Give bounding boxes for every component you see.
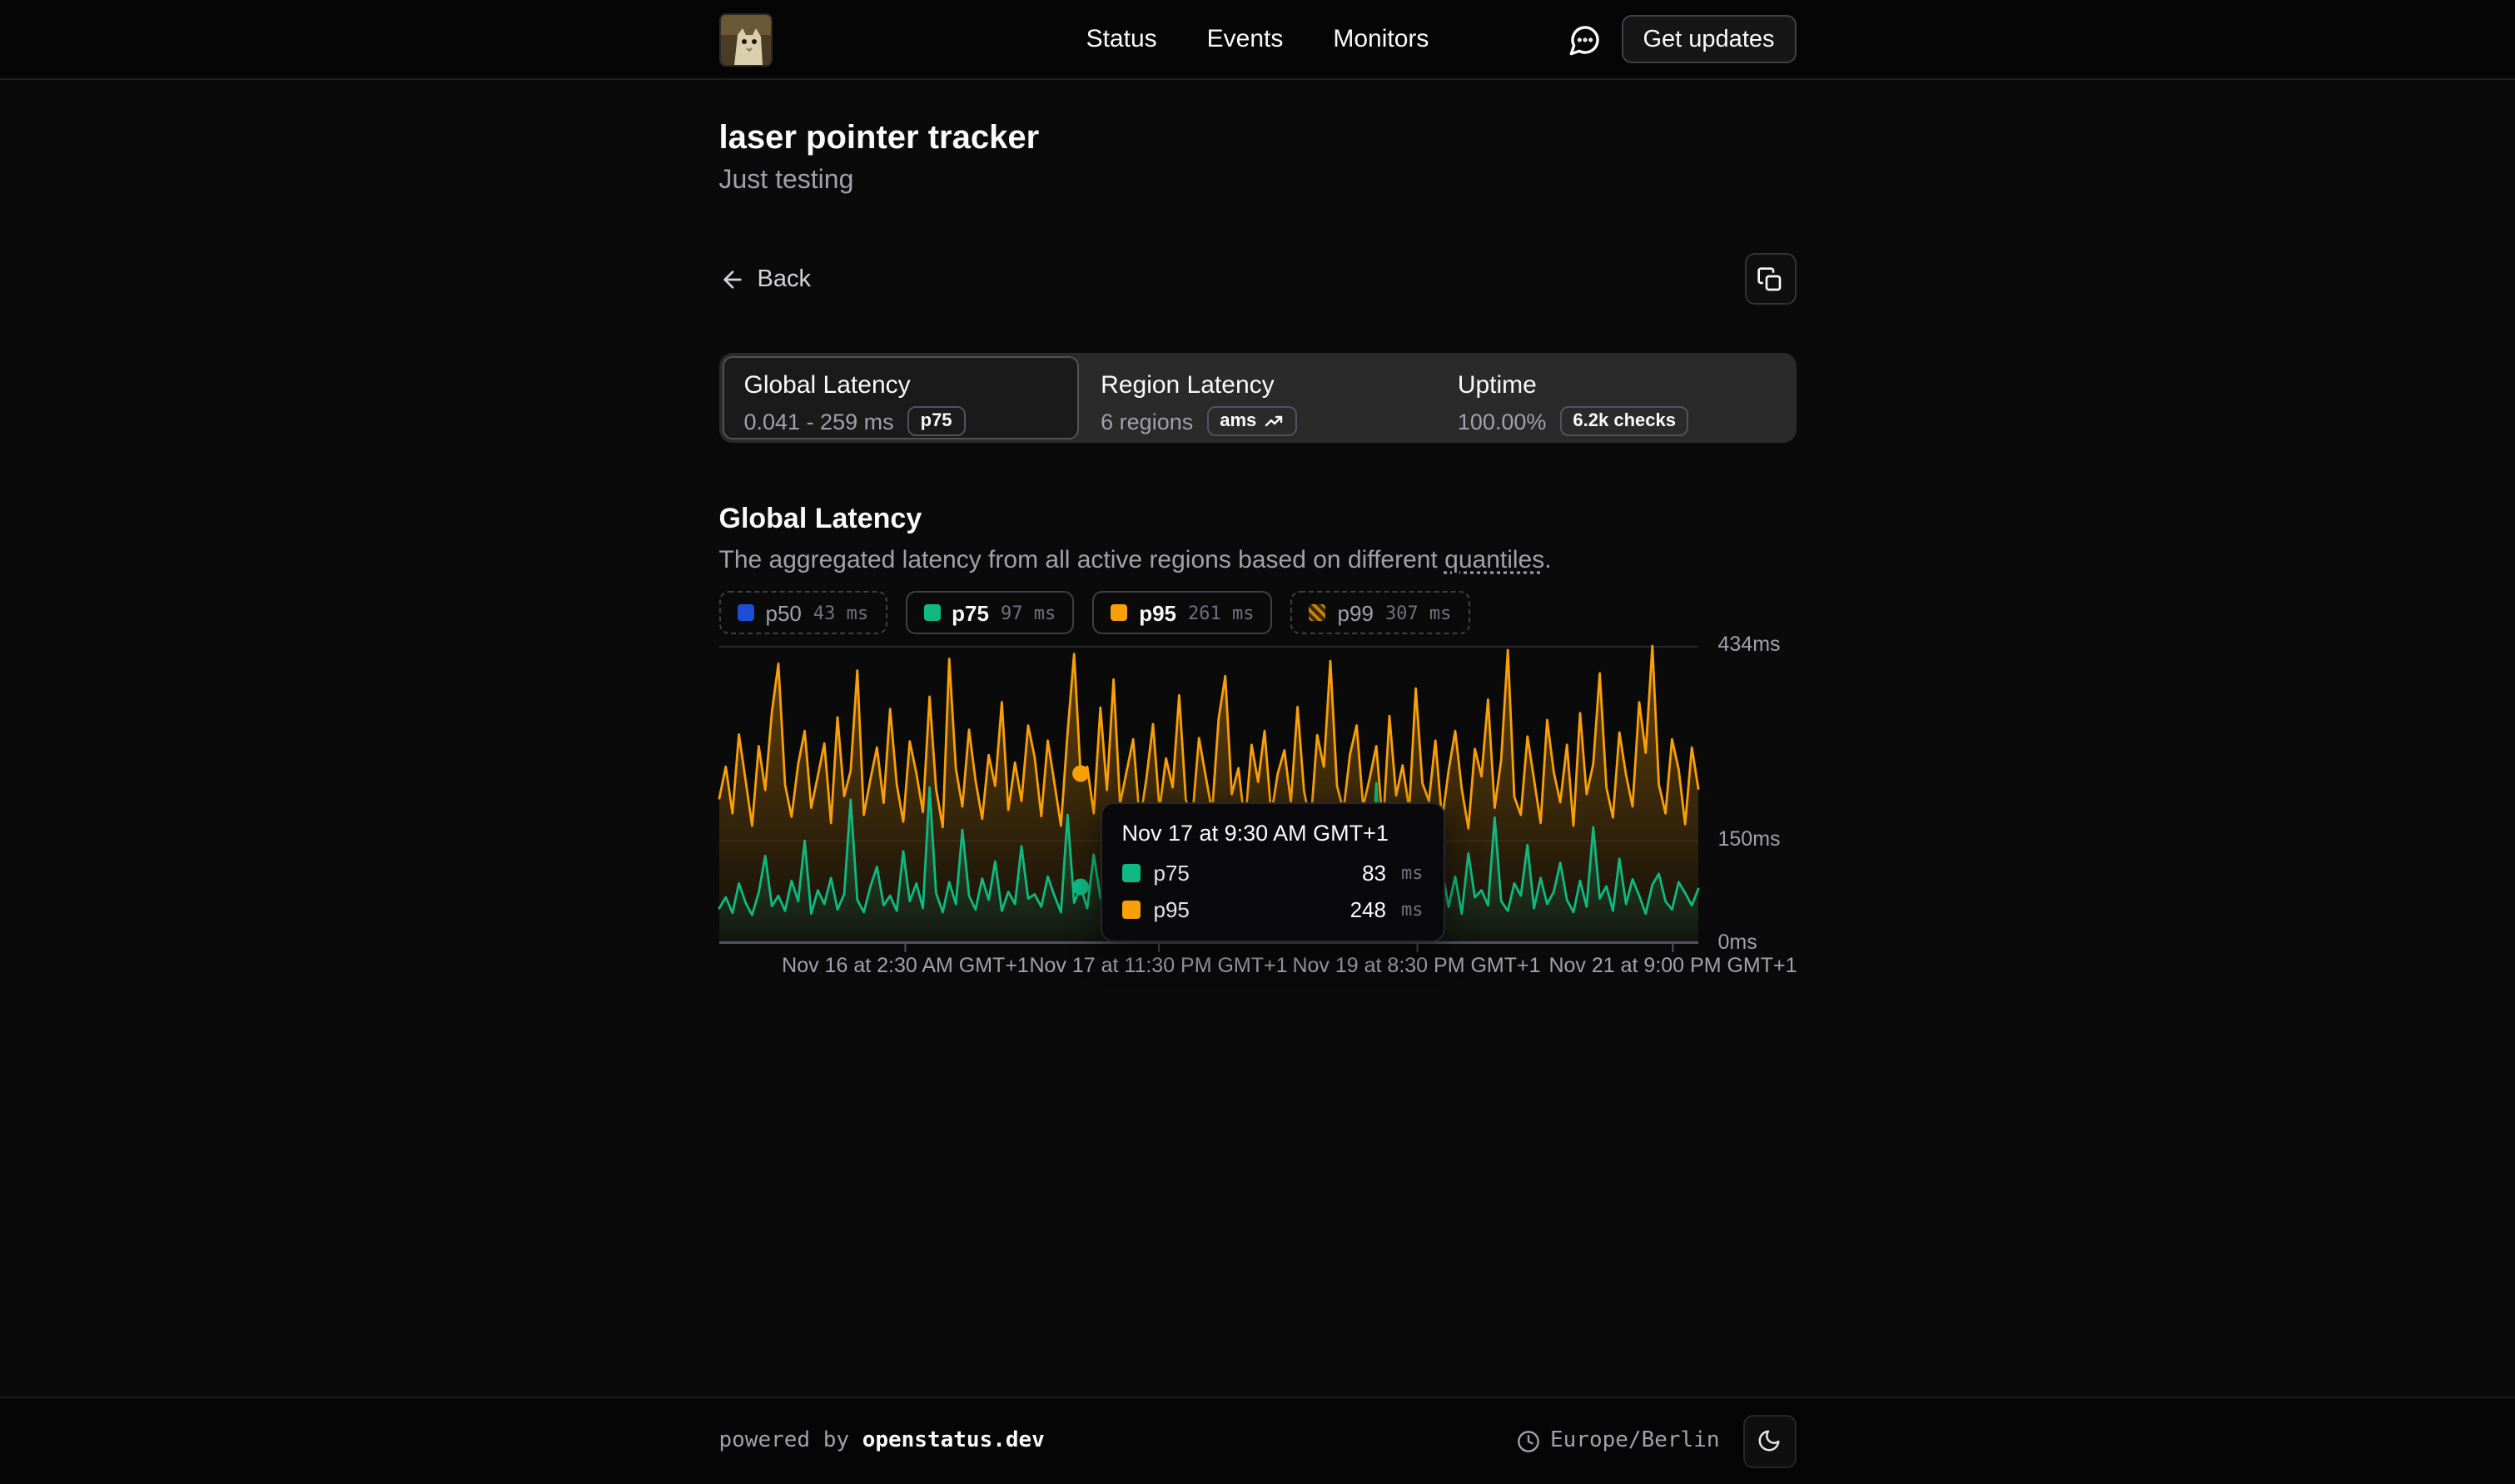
- openstatus-link[interactable]: openstatus.dev: [862, 1428, 1045, 1453]
- x-axis-tick-2: Nov 17 at 11:30 PM GMT+1: [1029, 954, 1287, 977]
- clock-icon: [1517, 1429, 1540, 1452]
- theme-toggle-button[interactable]: [1743, 1414, 1797, 1467]
- legend-label: p50: [766, 600, 802, 625]
- y-axis-tick-0: 0ms: [1718, 931, 1757, 954]
- description-text: The aggregated latency from all active r…: [719, 546, 1445, 574]
- tab-title: Uptime: [1458, 370, 1772, 401]
- tooltip-label: p75: [1154, 861, 1349, 886]
- tooltip-unit: ms: [1401, 899, 1424, 921]
- tab-value: 0.041 - 259 ms: [744, 409, 894, 434]
- p95-swatch: [1111, 604, 1127, 621]
- tab-uptime[interactable]: Uptime 100.00% 6.2k checks: [1436, 356, 1793, 439]
- latency-chart: 434ms 150ms 0ms Nov 16 at 2:30 AM GMT+1 …: [719, 646, 1797, 979]
- back-label: Back: [758, 266, 812, 292]
- legend-label: p99: [1338, 600, 1374, 625]
- p50-swatch: [738, 604, 754, 621]
- region-badge-label: ams: [1220, 409, 1256, 433]
- tooltip-p75-swatch: [1122, 864, 1141, 882]
- x-axis-tick-4: Nov 21 at 9:00 PM GMT+1: [1548, 954, 1797, 977]
- nav-status[interactable]: Status: [1086, 25, 1157, 53]
- powered-by: powered by openstatus.dev: [719, 1428, 1045, 1453]
- page-title: laser pointer tracker: [719, 117, 1797, 160]
- p75-swatch: [923, 604, 940, 621]
- legend-value: 261 ms: [1188, 602, 1255, 623]
- tooltip-label: p95: [1154, 897, 1337, 922]
- legend-label: p95: [1139, 600, 1176, 625]
- page-subtitle: Just testing: [719, 163, 1797, 200]
- tooltip-value: 83: [1362, 861, 1386, 886]
- main-nav: Status Events Monitors: [1086, 25, 1429, 53]
- tab-global-latency[interactable]: Global Latency 0.041 - 259 ms p75: [723, 356, 1080, 439]
- section-title: Global Latency: [719, 499, 1797, 539]
- tab-value: 6 regions: [1101, 409, 1193, 434]
- tooltip-unit: ms: [1401, 862, 1424, 884]
- legend-p95-button[interactable]: p95 261 ms: [1092, 591, 1272, 634]
- nav-monitors[interactable]: Monitors: [1333, 25, 1429, 53]
- tab-region-latency[interactable]: Region Latency 6 regions ams: [1079, 356, 1436, 439]
- nav-events[interactable]: Events: [1207, 25, 1284, 53]
- chart-tooltip: Nov 17 at 9:30 AM GMT+1 p75 83 ms p95 24…: [1101, 802, 1445, 942]
- message-bubble-icon: [1568, 22, 1602, 56]
- powered-by-prefix: powered by: [719, 1428, 862, 1453]
- description-period: .: [1544, 546, 1551, 574]
- region-badge: ams: [1206, 406, 1296, 436]
- logo-image[interactable]: [719, 12, 773, 66]
- tooltip-timestamp: Nov 17 at 9:30 AM GMT+1: [1122, 821, 1424, 846]
- feedback-chat-button[interactable]: [1568, 22, 1602, 56]
- tooltip-row-p95: p95 248 ms: [1122, 897, 1424, 922]
- checks-badge: 6.2k checks: [1559, 406, 1689, 436]
- legend-value: 43 ms: [813, 602, 868, 623]
- tooltip-value: 248: [1350, 897, 1386, 922]
- legend-value: 307 ms: [1385, 602, 1452, 623]
- legend-label: p75: [952, 600, 989, 625]
- x-axis-tick-1: Nov 16 at 2:30 AM GMT+1: [782, 954, 1029, 977]
- site-footer: powered by openstatus.dev Europe/Berlin: [0, 1396, 2515, 1484]
- trending-up-icon: [1263, 411, 1283, 431]
- get-updates-button[interactable]: Get updates: [1622, 15, 1797, 63]
- x-axis-tick-3: Nov 19 at 8:30 PM GMT+1: [1292, 954, 1540, 977]
- metric-tabs: Global Latency 0.041 - 259 ms p75 Region…: [719, 353, 1797, 443]
- moon-icon: [1757, 1428, 1782, 1453]
- legend-p50-button[interactable]: p50 43 ms: [719, 591, 887, 634]
- y-axis-tick-150: 150ms: [1718, 827, 1781, 851]
- back-button[interactable]: Back: [719, 266, 812, 292]
- cat-logo-graphic: [721, 14, 773, 66]
- copy-icon: [1757, 266, 1784, 292]
- tab-value: 100.00%: [1458, 409, 1547, 434]
- section-description: The aggregated latency from all active r…: [719, 543, 1797, 579]
- chart-legend: p50 43 ms p75 97 ms p95 261 ms p99 307 m…: [719, 591, 1797, 634]
- y-axis-tick-434: 434ms: [1718, 633, 1781, 656]
- status-page: Status Events Monitors Get updates laser: [0, 0, 2515, 1484]
- tooltip-p95-swatch: [1122, 901, 1141, 919]
- copy-link-button[interactable]: [1745, 253, 1797, 305]
- main-content: laser pointer tracker Just testing Back: [719, 80, 1797, 979]
- legend-value: 97 ms: [1001, 602, 1056, 623]
- timezone-display: Europe/Berlin: [1517, 1428, 1720, 1453]
- tooltip-row-p75: p75 83 ms: [1122, 861, 1424, 886]
- tab-title: Region Latency: [1101, 370, 1414, 401]
- site-header: Status Events Monitors Get updates: [0, 0, 2515, 80]
- quantiles-link[interactable]: quantiles: [1444, 546, 1544, 574]
- arrow-left-icon: [719, 266, 746, 292]
- timezone-label: Europe/Berlin: [1550, 1428, 1720, 1453]
- tab-title: Global Latency: [744, 370, 1058, 401]
- legend-p75-button[interactable]: p75 97 ms: [905, 591, 1074, 634]
- p99-swatch: [1310, 604, 1326, 621]
- quantile-badge: p75: [907, 406, 966, 436]
- legend-p99-button[interactable]: p99 307 ms: [1291, 591, 1470, 634]
